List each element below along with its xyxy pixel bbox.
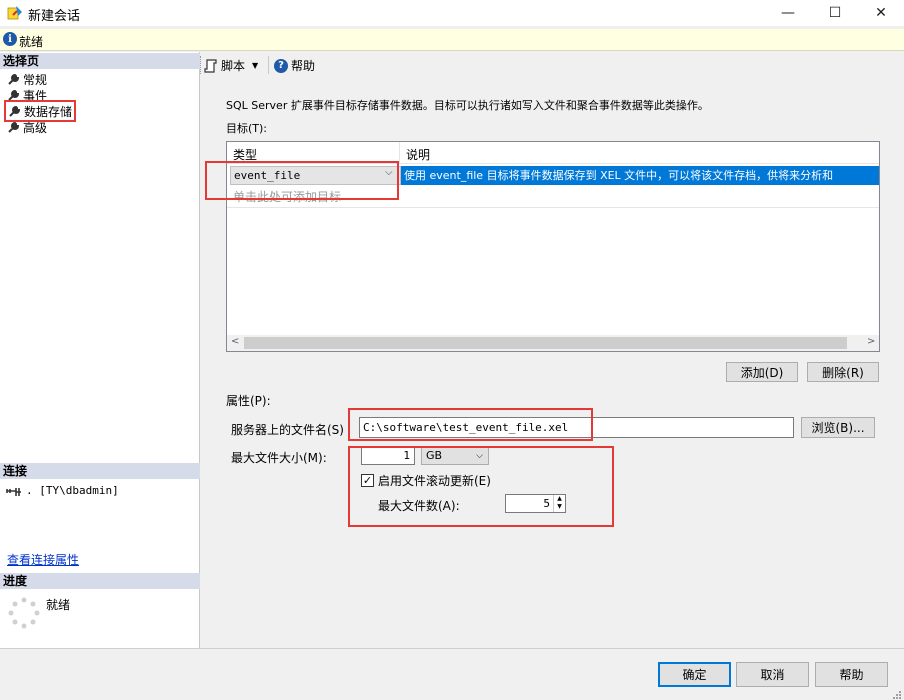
- properties-label: 属性(P):: [226, 394, 271, 408]
- toolbar-grip: [200, 56, 201, 74]
- progress-header: 进度: [0, 573, 200, 589]
- connection-header: 连接: [0, 463, 200, 479]
- page-item-label: 高级: [23, 120, 48, 135]
- row-divider: [227, 207, 879, 208]
- toolbar-divider: [268, 56, 269, 74]
- help-label: 帮助: [291, 59, 316, 73]
- add-button[interactable]: 添加(D): [726, 362, 798, 382]
- wrench-icon: [8, 73, 20, 85]
- description-text: SQL Server 扩展事件目标存储事件数据。目标可以执行诸如写入文件和聚合事…: [226, 99, 709, 112]
- highlight-box: [348, 408, 593, 441]
- select-page-header: 选择页: [0, 53, 200, 69]
- info-icon: i: [3, 32, 17, 46]
- connection-text: . [TY\dbadmin]: [26, 484, 119, 497]
- maximize-button[interactable]: ☐: [812, 0, 858, 26]
- page-item-general[interactable]: 常规: [7, 71, 47, 87]
- targets-label: 目标(T):: [226, 122, 268, 135]
- help-icon: ?: [274, 58, 288, 73]
- max-file-size-label: 最大文件大小(M):: [231, 451, 327, 465]
- page-item-advanced[interactable]: 高级: [7, 119, 47, 135]
- help-button[interactable]: 帮助: [815, 662, 888, 687]
- delete-button[interactable]: 删除(R): [807, 362, 879, 382]
- wrench-icon: [9, 105, 21, 117]
- cancel-button[interactable]: 取消: [736, 662, 809, 687]
- progress-text: 就绪: [46, 598, 71, 612]
- chevron-down-icon: ▼: [252, 61, 259, 70]
- scrollbar-thumb[interactable]: [244, 337, 847, 349]
- browse-button[interactable]: 浏览(B)...: [801, 417, 875, 438]
- wrench-icon: [8, 121, 20, 133]
- script-icon: [204, 58, 217, 73]
- connection-icon: [6, 488, 21, 496]
- horizontal-scrollbar[interactable]: < >: [227, 335, 879, 351]
- scroll-right-icon[interactable]: >: [867, 336, 875, 347]
- highlight-box: [348, 446, 614, 527]
- status-text: 就绪: [19, 35, 44, 49]
- status-bar: [0, 29, 904, 51]
- file-name-label: 服务器上的文件名(S): [231, 423, 344, 437]
- column-divider: [399, 142, 400, 164]
- view-connection-properties-link[interactable]: 查看连接属性: [7, 551, 79, 568]
- app-icon: [7, 6, 22, 20]
- window-title: 新建会话: [28, 9, 81, 24]
- help-toolbar-button[interactable]: ? 帮助: [274, 57, 315, 74]
- highlight-box: [205, 161, 399, 200]
- page-item-label: 数据存储: [24, 104, 73, 119]
- scroll-left-icon[interactable]: <: [231, 336, 239, 347]
- target-description-cell[interactable]: 使用 event_file 目标将事件数据保存到 XEL 文件中，可以将该文件存…: [401, 166, 879, 185]
- minimize-button[interactable]: —: [765, 0, 811, 26]
- ok-button[interactable]: 确定: [658, 662, 731, 687]
- script-button[interactable]: 脚本 ▼: [204, 57, 258, 74]
- script-label: 脚本: [221, 59, 246, 73]
- resize-grip-icon[interactable]: [890, 688, 902, 700]
- column-header-description[interactable]: 说明: [406, 146, 430, 163]
- close-button[interactable]: ✕: [858, 0, 904, 26]
- progress-spinner-icon: [8, 597, 40, 629]
- page-item-label: 常规: [23, 72, 48, 87]
